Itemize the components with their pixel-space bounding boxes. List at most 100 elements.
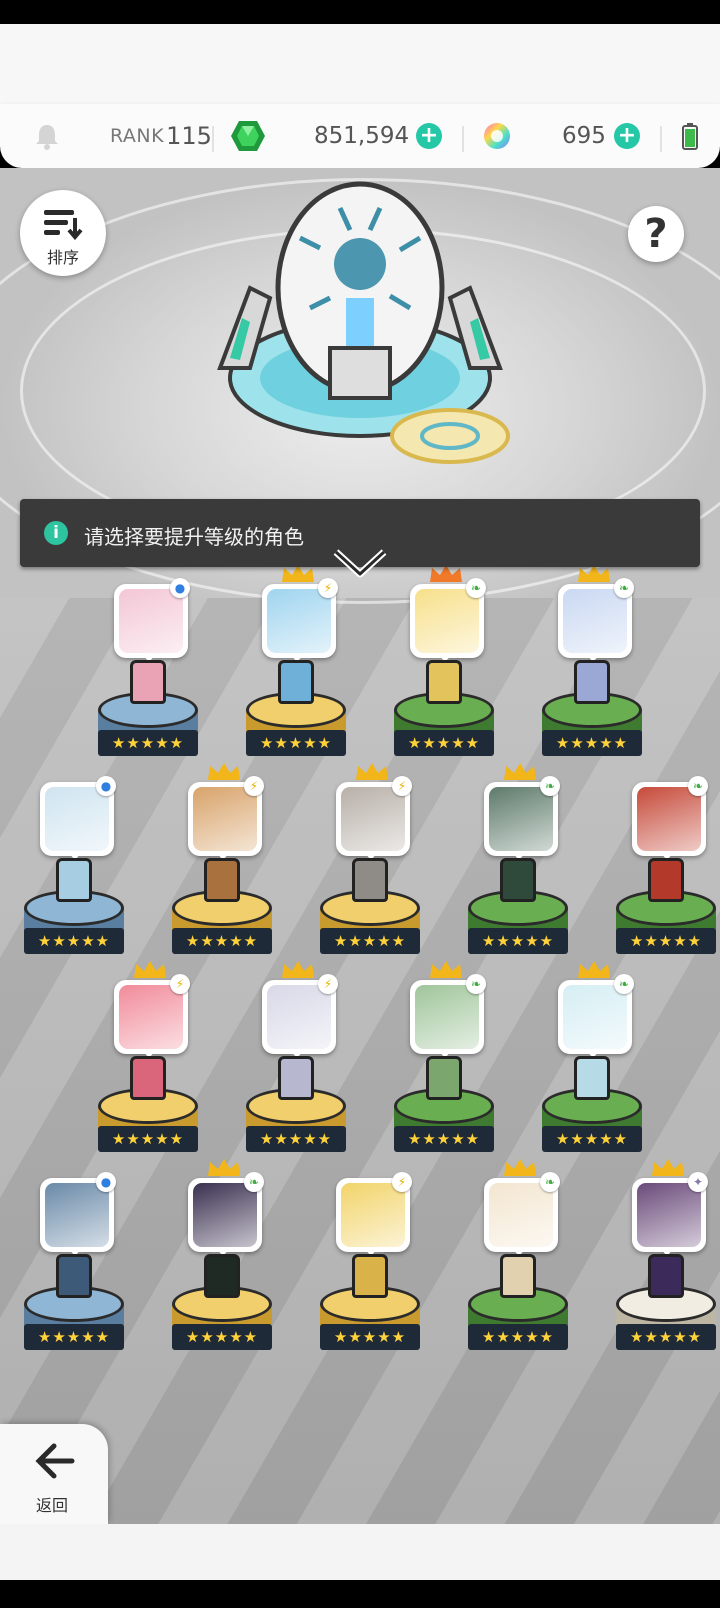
hero-sprite — [574, 1056, 610, 1100]
help-button[interactable]: ? — [628, 206, 684, 262]
hero-sprite — [500, 1254, 536, 1298]
nature-element-icon: ❧ — [466, 578, 486, 598]
nature-element-icon: ❧ — [540, 776, 560, 796]
hero-card[interactable]: ❧ ★★★★★ — [462, 762, 574, 962]
collapse-chevron-icon[interactable] — [332, 548, 388, 578]
star-rating: ★★★★★ — [394, 730, 494, 756]
green-gem-icon — [230, 104, 266, 168]
crown-icon — [282, 961, 314, 978]
info-icon: i — [44, 521, 68, 545]
hero-card[interactable]: ✦ ★★★★★ — [610, 1158, 720, 1358]
light-element-icon: ⚡ — [244, 776, 264, 796]
sort-icon — [44, 210, 83, 240]
nature-element-icon: ❧ — [540, 1172, 560, 1192]
plus-icon: + — [614, 123, 640, 149]
add-crystals-button[interactable]: + — [614, 104, 640, 168]
hero-sprite — [130, 1056, 166, 1100]
star-rating: ★★★★★ — [24, 928, 124, 954]
rank-value: 115 — [166, 122, 212, 150]
star-rating: ★★★★★ — [246, 730, 346, 756]
light-element-icon: ⚡ — [392, 776, 412, 796]
hero-sprite — [204, 1254, 240, 1298]
gem-count-value: 851,594 — [314, 123, 410, 149]
hero-sprite — [278, 660, 314, 704]
hero-card[interactable]: ● ★★★★★ — [92, 564, 204, 764]
hero-card[interactable]: ❧ ★★★★★ — [610, 762, 720, 962]
footer-strip — [0, 1524, 720, 1580]
hero-sprite — [56, 858, 92, 902]
crown-icon — [578, 565, 610, 582]
hero-sprite — [426, 1056, 462, 1100]
hero-sprite — [278, 1056, 314, 1100]
egg-altar-icon[interactable] — [180, 178, 540, 468]
resource-bar: RANK 115 851,594 + 695 + — [0, 104, 720, 168]
question-icon: ? — [644, 211, 668, 257]
hero-scene: ● ★★★★★ ⚡ ★★★★★ ❧ ★★★★★ ❧ ★★★★★ ● ★★★★★ ⚡ ★★★★★ ⚡ ★★★… — [0, 168, 720, 1524]
star-rating: ★★★★★ — [320, 1324, 420, 1350]
hero-card[interactable]: ❧ ★★★★★ — [388, 564, 500, 764]
divider — [212, 126, 214, 152]
star-rating: ★★★★★ — [468, 928, 568, 954]
water-element-icon: ● — [96, 776, 116, 796]
crown-icon — [208, 763, 240, 780]
crown-icon — [430, 565, 462, 582]
nature-element-icon: ❧ — [688, 776, 708, 796]
hero-card[interactable]: ❧ ★★★★★ — [462, 1158, 574, 1358]
bell-icon[interactable] — [34, 104, 60, 168]
nav-bar — [0, 1580, 720, 1608]
crown-icon — [652, 1159, 684, 1176]
gem-count: 851,594 — [314, 104, 409, 168]
nature-element-icon: ❧ — [614, 974, 634, 994]
divider — [462, 126, 464, 152]
star-rating: ★★★★★ — [98, 730, 198, 756]
back-button[interactable]: 返回 — [0, 1424, 108, 1524]
star-rating: ★★★★★ — [616, 928, 716, 954]
hero-card[interactable]: ❧ ★★★★★ — [388, 960, 500, 1160]
star-rating: ★★★★★ — [24, 1324, 124, 1350]
rank-display: RANK 115 — [110, 104, 212, 168]
water-element-icon: ● — [170, 578, 190, 598]
hero-card[interactable]: ❧ ★★★★★ — [536, 960, 648, 1160]
crown-icon — [430, 961, 462, 978]
back-label: 返回 — [36, 1496, 69, 1515]
divider — [660, 126, 662, 152]
hero-sprite — [352, 1254, 388, 1298]
add-gems-button[interactable]: + — [416, 104, 442, 168]
star-rating: ★★★★★ — [320, 928, 420, 954]
water-element-icon: ● — [96, 1172, 116, 1192]
hero-card[interactable]: ● ★★★★★ — [18, 1158, 130, 1358]
star-rating: ★★★★★ — [98, 1126, 198, 1152]
hero-card[interactable]: ⚡ ★★★★★ — [314, 1158, 426, 1358]
notice-text: 请选择要提升等级的角色 — [84, 525, 304, 549]
hero-card[interactable]: ❧ ★★★★★ — [536, 564, 648, 764]
hero-card[interactable]: ⚡ ★★★★★ — [92, 960, 204, 1160]
hero-card[interactable]: ● ★★★★★ — [18, 762, 130, 962]
hero-card[interactable]: ⚡ ★★★★★ — [240, 960, 352, 1160]
crown-icon — [578, 961, 610, 978]
star-rating: ★★★★★ — [542, 1126, 642, 1152]
hero-card[interactable]: ⚡ ★★★★★ — [240, 564, 352, 764]
hero-sprite — [574, 660, 610, 704]
sort-button[interactable]: 排序 — [20, 190, 106, 276]
sort-label: 排序 — [46, 248, 79, 267]
rank-label: RANK — [110, 125, 165, 147]
crown-icon — [504, 763, 536, 780]
nature-element-icon: ❧ — [466, 974, 486, 994]
dark-element-icon: ✦ — [688, 1172, 708, 1192]
hero-sprite — [648, 1254, 684, 1298]
hero-card[interactable]: ⚡ ★★★★★ — [314, 762, 426, 962]
hero-card[interactable]: ⚡ ★★★★★ — [166, 762, 278, 962]
crown-icon — [504, 1159, 536, 1176]
hero-sprite — [648, 858, 684, 902]
crown-icon — [208, 1159, 240, 1176]
light-element-icon: ⚡ — [392, 1172, 412, 1192]
battery-icon — [682, 104, 698, 168]
hero-card[interactable]: ❧ ★★★★★ — [166, 1158, 278, 1358]
crown-icon — [282, 565, 314, 582]
rainbow-orb-icon — [482, 104, 512, 168]
hero-sprite — [130, 660, 166, 704]
crystal-count: 695 — [562, 104, 606, 168]
star-rating: ★★★★★ — [246, 1126, 346, 1152]
light-element-icon: ⚡ — [318, 578, 338, 598]
nature-element-icon: ❧ — [614, 578, 634, 598]
